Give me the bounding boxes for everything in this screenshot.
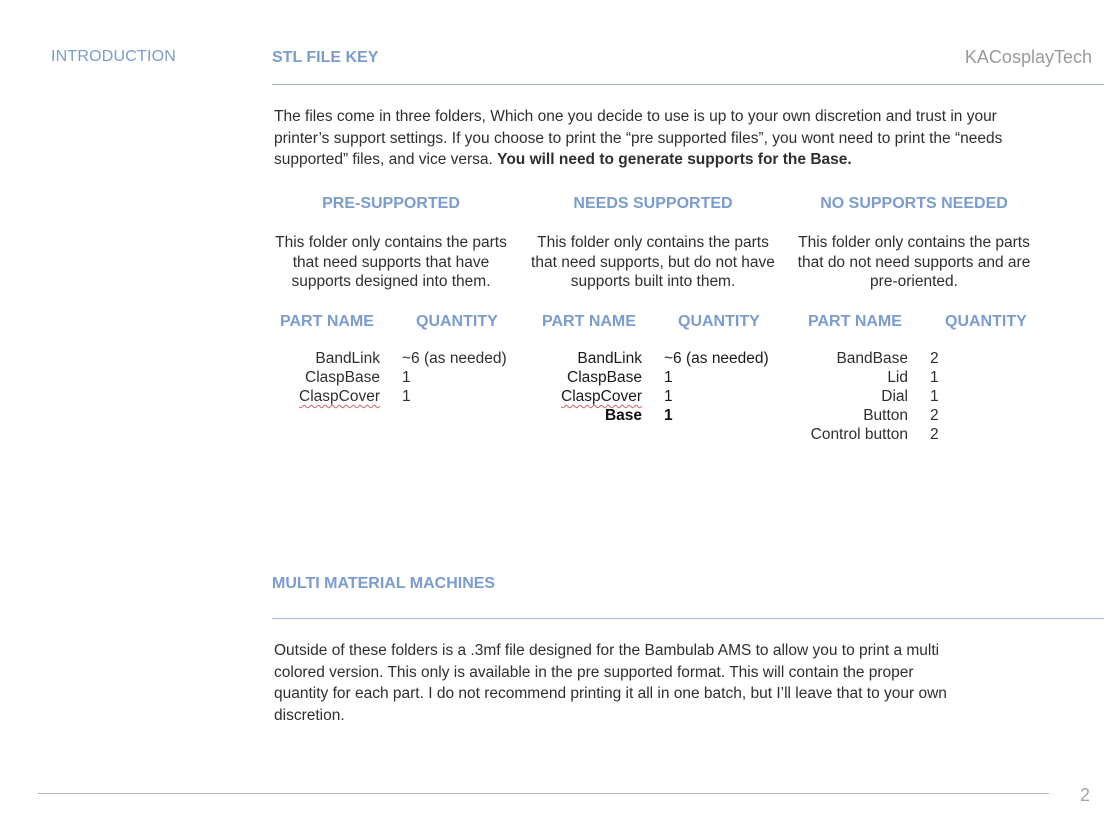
section-label: INTRODUCTION: [51, 48, 177, 65]
part-quantity: 1: [402, 369, 411, 386]
list-item: BandBase 2: [808, 349, 939, 368]
column-header-part-name: PART NAME: [808, 313, 902, 330]
part-quantity: 2: [930, 407, 939, 424]
part-name: ClaspBase: [567, 369, 642, 386]
intro-paragraph: The files come in three folders, Which o…: [274, 106, 1034, 171]
list-item: Dial 1: [808, 387, 939, 406]
column-header-quantity: QUANTITY: [678, 313, 760, 330]
part-name: Control button: [810, 426, 908, 443]
spellcheck-underline: ClaspCover: [561, 388, 642, 405]
column-header-quantity: QUANTITY: [416, 313, 498, 330]
part-name: ClaspBase: [305, 369, 380, 386]
part-quantity: ~6 (as needed): [402, 350, 507, 367]
parts-list-pre-supported: BandLink ~6 (as needed) ClaspBase 1 Clas…: [280, 349, 507, 406]
folder-needs-supported: NEEDS SUPPORTED This folder only contain…: [528, 195, 778, 292]
list-item: BandLink ~6 (as needed): [542, 349, 769, 368]
multi-material-heading: MULTI MATERIAL MACHINES: [272, 575, 496, 592]
part-quantity: 2: [930, 350, 939, 367]
part-quantity: ~6 (as needed): [664, 350, 769, 367]
multi-material-paragraph: Outside of these folders is a .3mf file …: [274, 642, 947, 724]
part-quantity: 1: [664, 388, 673, 405]
column-header-part-name: PART NAME: [280, 313, 374, 330]
list-item: ClaspBase 1: [542, 368, 769, 387]
folder-no-supports-needed: NO SUPPORTS NEEDED This folder only cont…: [789, 195, 1039, 292]
list-item: ClaspBase 1: [280, 368, 507, 387]
column-header-part-name: PART NAME: [542, 313, 636, 330]
part-quantity: 1: [402, 388, 411, 405]
part-name: Base: [604, 407, 642, 424]
intro-bold-text: You will need to generate supports for t…: [497, 151, 852, 168]
part-quantity: 1: [664, 369, 673, 386]
list-item: ClaspCover 1: [542, 387, 769, 406]
folder-description: This folder only contains the parts that…: [797, 234, 1031, 290]
folder-pre-supported: PRE-SUPPORTED This folder only contains …: [266, 195, 516, 292]
list-item: ClaspCover 1: [280, 387, 507, 406]
spellcheck-underline: ClaspCover: [299, 388, 380, 405]
part-name: BandBase: [836, 350, 908, 367]
list-item: BandLink ~6 (as needed): [280, 349, 507, 368]
footer-divider: [38, 793, 1049, 794]
stl-file-key-heading: STL FILE KEY: [272, 49, 379, 66]
folder-description: This folder only contains the parts that…: [275, 234, 507, 290]
column-header-quantity: QUANTITY: [945, 313, 1027, 330]
part-quantity: 2: [930, 426, 939, 443]
page-number: 2: [1079, 785, 1090, 805]
part-quantity: 1: [930, 369, 939, 386]
heading-divider: [272, 84, 1104, 85]
part-name: Dial: [881, 388, 908, 405]
part-quantity: 1: [664, 407, 673, 424]
part-name: ClaspCover: [280, 387, 380, 406]
part-name: BandLink: [315, 350, 380, 367]
part-name: Button: [863, 407, 908, 424]
folder-description: This folder only contains the parts that…: [531, 234, 775, 290]
parts-list-no-supports-needed: BandBase 2 Lid 1 Dial 1 Button 2 Control…: [808, 349, 939, 444]
list-item: Lid 1: [808, 368, 939, 387]
list-item: Control button 2: [808, 425, 939, 444]
part-name: BandLink: [577, 350, 642, 367]
folder-title: NO SUPPORTS NEEDED: [820, 195, 1008, 212]
folder-title: PRE-SUPPORTED: [322, 195, 460, 212]
part-quantity: 1: [930, 388, 939, 405]
parts-list-needs-supported: BandLink ~6 (as needed) ClaspBase 1 Clas…: [542, 349, 769, 425]
part-name: ClaspCover: [542, 387, 642, 406]
list-item: Button 2: [808, 406, 939, 425]
part-name: Lid: [887, 369, 908, 386]
heading-divider: [272, 618, 1104, 619]
folder-title: NEEDS SUPPORTED: [573, 195, 733, 212]
list-item: Base 1: [542, 406, 769, 425]
brand-name: KACosplayTech: [964, 47, 1092, 67]
